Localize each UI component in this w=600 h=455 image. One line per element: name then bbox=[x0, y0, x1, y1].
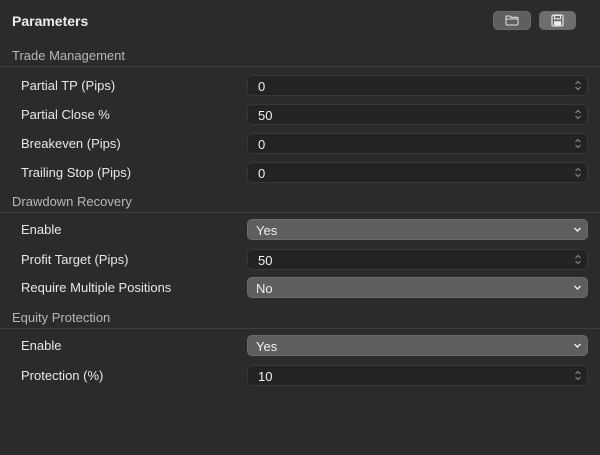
field-value: 50 bbox=[258, 253, 273, 268]
field-label: Enable bbox=[21, 222, 62, 237]
chevron-down-icon bbox=[574, 285, 581, 290]
trailing-stop-input[interactable]: 0 bbox=[247, 162, 588, 183]
field-value: Yes bbox=[256, 223, 278, 238]
field-value: No bbox=[256, 281, 273, 296]
protection-input[interactable]: 10 bbox=[247, 365, 588, 386]
partial-tp-input[interactable]: 0 bbox=[247, 75, 588, 96]
require-multiple-select[interactable]: No bbox=[247, 277, 588, 298]
section-label: Drawdown Recovery bbox=[12, 194, 132, 209]
field-label: Require Multiple Positions bbox=[21, 280, 172, 295]
row-breakeven: Breakeven (Pips) 0 bbox=[0, 129, 600, 158]
equity-enable-select[interactable]: Yes bbox=[247, 335, 588, 356]
field-value: Yes bbox=[256, 339, 278, 354]
row-partial-close: Partial Close % 50 bbox=[0, 100, 600, 129]
stepper-arrows-icon[interactable] bbox=[574, 253, 582, 266]
field-label: Profit Target (Pips) bbox=[21, 252, 129, 267]
field-label: Breakeven (Pips) bbox=[21, 136, 121, 151]
field-value: 10 bbox=[258, 369, 273, 384]
field-value: 50 bbox=[258, 108, 273, 123]
section-label: Trade Management bbox=[12, 48, 125, 63]
folder-icon bbox=[505, 15, 519, 26]
row-trailing-stop: Trailing Stop (Pips) 0 bbox=[0, 158, 600, 187]
field-label: Trailing Stop (Pips) bbox=[21, 165, 132, 180]
breakeven-input[interactable]: 0 bbox=[247, 133, 588, 154]
panel-header: Parameters bbox=[0, 0, 600, 42]
row-protection: Protection (%) 10 bbox=[0, 361, 600, 390]
floppy-disk-icon bbox=[551, 14, 564, 27]
field-value: 0 bbox=[258, 79, 266, 94]
stepper-arrows-icon[interactable] bbox=[574, 108, 582, 121]
field-label: Partial Close % bbox=[21, 107, 110, 122]
save-button[interactable] bbox=[539, 11, 576, 30]
chevron-down-icon bbox=[574, 343, 581, 348]
open-button[interactable] bbox=[493, 11, 531, 30]
field-value: 0 bbox=[258, 137, 266, 152]
row-profit-target: Profit Target (Pips) 50 bbox=[0, 245, 600, 274]
drawdown-enable-select[interactable]: Yes bbox=[247, 219, 588, 240]
panel-title: Parameters bbox=[12, 13, 89, 29]
stepper-arrows-icon[interactable] bbox=[574, 137, 582, 150]
profit-target-input[interactable]: 50 bbox=[247, 249, 588, 270]
row-partial-tp: Partial TP (Pips) 0 bbox=[0, 71, 600, 100]
stepper-arrows-icon[interactable] bbox=[574, 79, 582, 92]
section-drawdown-recovery: Drawdown Recovery bbox=[0, 189, 600, 213]
row-equity-enable: Enable Yes bbox=[0, 331, 600, 360]
field-label: Partial TP (Pips) bbox=[21, 78, 116, 93]
stepper-arrows-icon[interactable] bbox=[574, 166, 582, 179]
field-label: Enable bbox=[21, 338, 62, 353]
section-equity-protection: Equity Protection bbox=[0, 305, 600, 329]
partial-close-input[interactable]: 50 bbox=[247, 104, 588, 125]
section-label: Equity Protection bbox=[12, 310, 111, 325]
stepper-arrows-icon[interactable] bbox=[574, 369, 582, 382]
chevron-down-icon bbox=[574, 227, 581, 232]
parameters-panel: Parameters Trade Management Partial TP (… bbox=[0, 0, 600, 455]
row-drawdown-enable: Enable Yes bbox=[0, 215, 600, 244]
section-trade-management: Trade Management bbox=[0, 43, 600, 67]
field-value: 0 bbox=[258, 166, 266, 181]
row-require-multiple: Require Multiple Positions No bbox=[0, 273, 600, 302]
field-label: Protection (%) bbox=[21, 368, 104, 383]
